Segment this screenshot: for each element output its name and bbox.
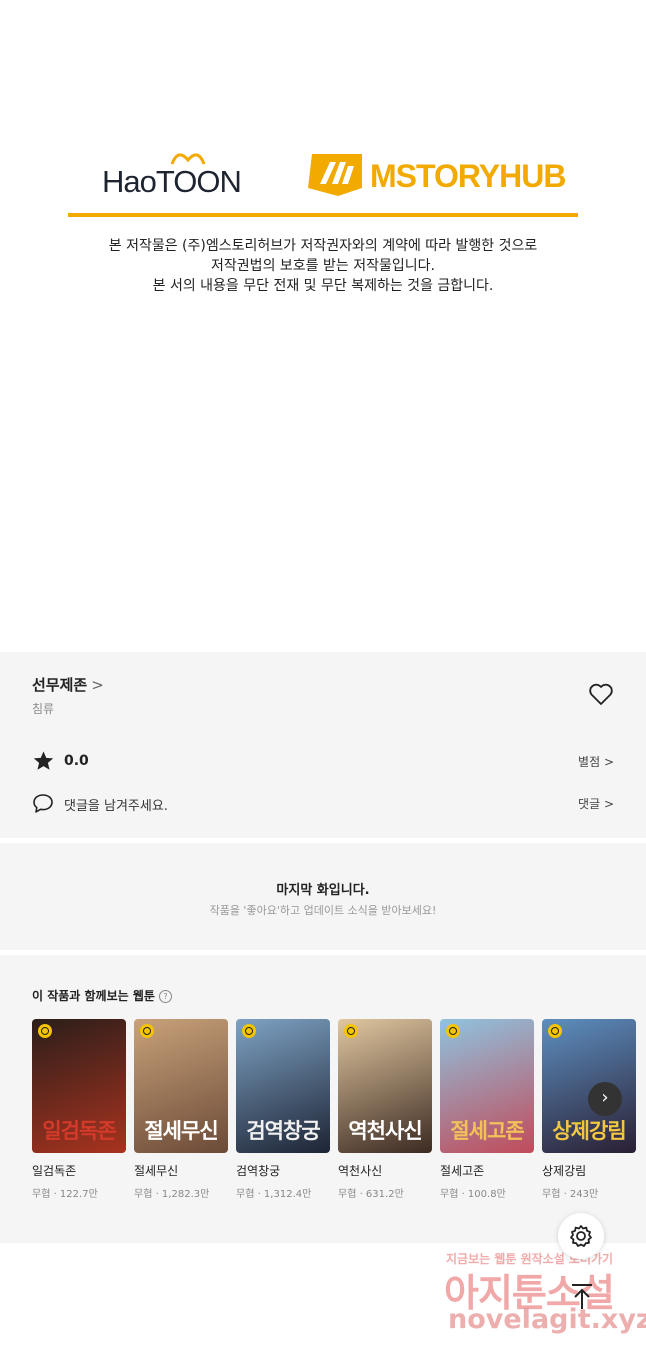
card-title: 검역창궁 bbox=[236, 1164, 281, 1178]
comment-input-prompt[interactable]: 댓글을 남겨주세요. bbox=[64, 795, 168, 814]
recommendations-heading-text: 이 작품과 함께보는 웹툰 bbox=[32, 989, 155, 1003]
cover-title: 검역창궁 bbox=[246, 1119, 320, 1143]
card-meta: 무협 · 243만 bbox=[542, 1189, 599, 1200]
author-name: 침류 bbox=[32, 702, 55, 716]
watermark-url: novelagit.xyz bbox=[448, 1304, 646, 1335]
recommendation-card[interactable]: 검역창궁 검역창궁 무협 · 1,312.4만 bbox=[236, 1019, 330, 1200]
carousel-next-button[interactable]: › bbox=[588, 1082, 622, 1116]
notice-line: 본 저작물은 (주)엠스토리허브가 저작권자와의 계약에 따라 발행한 것으로 bbox=[108, 238, 538, 254]
card-meta: 무협 · 1,312.4만 bbox=[236, 1189, 312, 1200]
mstoryhub-logo: MSTORYHUB bbox=[308, 152, 570, 200]
recommendation-list: 일검독존 일검독존 무협 · 122.7만 절세무신 절세무신 무협 · 1,282.3만… bbox=[32, 1019, 646, 1219]
recommendations-section: 이 작품과 함께보는 웹툰? 일검독존 일검독존 무협 · 122.7만 절세무신 절세… bbox=[0, 955, 646, 1243]
card-meta: 무협 · 122.7만 bbox=[32, 1189, 98, 1200]
cover-title: 절세무신 bbox=[144, 1119, 218, 1143]
heart-icon[interactable] bbox=[588, 682, 614, 706]
help-icon[interactable]: ? bbox=[158, 990, 172, 1003]
thumbnail: 절세고존 bbox=[440, 1019, 534, 1153]
clock-icon bbox=[140, 1024, 154, 1038]
comment-bubble-icon bbox=[33, 794, 53, 813]
recommendation-card[interactable]: 절세고존 절세고존 무협 · 100.8만 bbox=[440, 1019, 534, 1200]
last-episode-subtitle: 작품을 '좋아요'하고 업데이트 소식을 받아보세요! bbox=[209, 904, 437, 917]
mstoryhub-logo-text: MSTORYHUB bbox=[370, 158, 566, 194]
card-meta: 무협 · 1,282.3만 bbox=[134, 1189, 210, 1200]
rating-value: 0.0 bbox=[64, 753, 89, 769]
card-title: 상제강림 bbox=[542, 1164, 587, 1178]
comments-link[interactable]: 댓글 > bbox=[578, 795, 614, 812]
chevron-right-icon: > bbox=[91, 676, 104, 694]
work-title: 선무제존 bbox=[32, 676, 88, 694]
thumbnail: 상제강림 bbox=[542, 1019, 636, 1153]
recommendation-card[interactable]: 상제강림 상제강림 무협 · 243만 bbox=[542, 1019, 636, 1200]
card-meta: 무협 · 631.2만 bbox=[338, 1189, 404, 1200]
last-episode-title: 마지막 화입니다. bbox=[276, 883, 370, 898]
cover-title: 상제강림 bbox=[552, 1119, 626, 1143]
thumbnail: 일검독존 bbox=[32, 1019, 126, 1153]
card-title: 절세무신 bbox=[134, 1164, 179, 1178]
scroll-to-top-icon[interactable] bbox=[566, 1280, 598, 1312]
cover-title: 역천사신 bbox=[348, 1119, 422, 1143]
comment-row: 댓글을 남겨주세요. 댓글 > bbox=[32, 792, 614, 816]
cover-title: 일검독존 bbox=[42, 1119, 116, 1143]
gear-icon bbox=[570, 1225, 592, 1247]
clock-icon bbox=[242, 1024, 256, 1038]
work-title-link[interactable]: 선무제존 > bbox=[32, 674, 104, 695]
clock-icon bbox=[344, 1024, 358, 1038]
notice-line: 저작권법의 보호를 받는 저작물입니다. bbox=[211, 258, 435, 274]
recommendation-card[interactable]: 역천사신 역천사신 무협 · 631.2만 bbox=[338, 1019, 432, 1200]
thumbnail: 검역창궁 bbox=[236, 1019, 330, 1153]
cover-title: 절세고존 bbox=[450, 1119, 524, 1143]
card-title: 일검독존 bbox=[32, 1164, 77, 1178]
clock-icon bbox=[446, 1024, 460, 1038]
copyright-notice: 본 저작물은 (주)엠스토리허브가 저작권자와의 계약에 따라 발행한 것으로 … bbox=[0, 236, 646, 296]
haotoon-logo-text: HaoTOON bbox=[102, 164, 242, 199]
notice-line: 본 서의 내용을 무단 전재 및 무단 복제하는 것을 금합니다. bbox=[152, 278, 494, 294]
rate-link[interactable]: 별점 > bbox=[578, 753, 614, 770]
recommendation-card[interactable]: 절세무신 절세무신 무협 · 1,282.3만 bbox=[134, 1019, 228, 1200]
card-meta: 무협 · 100.8만 bbox=[440, 1189, 506, 1200]
rating-row: 0.0 별점 > bbox=[32, 750, 614, 774]
clock-icon bbox=[38, 1024, 52, 1038]
mstoryhub-mark-icon bbox=[308, 154, 362, 196]
settings-button[interactable] bbox=[558, 1213, 604, 1259]
clock-icon bbox=[548, 1024, 562, 1038]
work-info-card: 선무제존 > 침류 0.0 별점 > 댓글을 남겨주세요. 댓글 > bbox=[0, 652, 646, 838]
copyright-section: HaoTOON MSTORYHUB 본 저작물은 (주)엠스토리허브가 저작권자… bbox=[0, 0, 646, 652]
thumbnail: 절세무신 bbox=[134, 1019, 228, 1153]
haotoon-logo: HaoTOON bbox=[102, 146, 262, 199]
recommendation-card[interactable]: 일검독존 일검독존 무협 · 122.7만 bbox=[32, 1019, 126, 1200]
divider bbox=[68, 213, 578, 217]
card-title: 역천사신 bbox=[338, 1164, 383, 1178]
card-title: 절세고존 bbox=[440, 1164, 485, 1178]
thumbnail: 역천사신 bbox=[338, 1019, 432, 1153]
last-episode-section: 마지막 화입니다. 작품을 '좋아요'하고 업데이트 소식을 받아보세요! bbox=[0, 843, 646, 950]
star-icon bbox=[33, 751, 54, 770]
recommendations-heading: 이 작품과 함께보는 웹툰? bbox=[32, 987, 172, 1004]
